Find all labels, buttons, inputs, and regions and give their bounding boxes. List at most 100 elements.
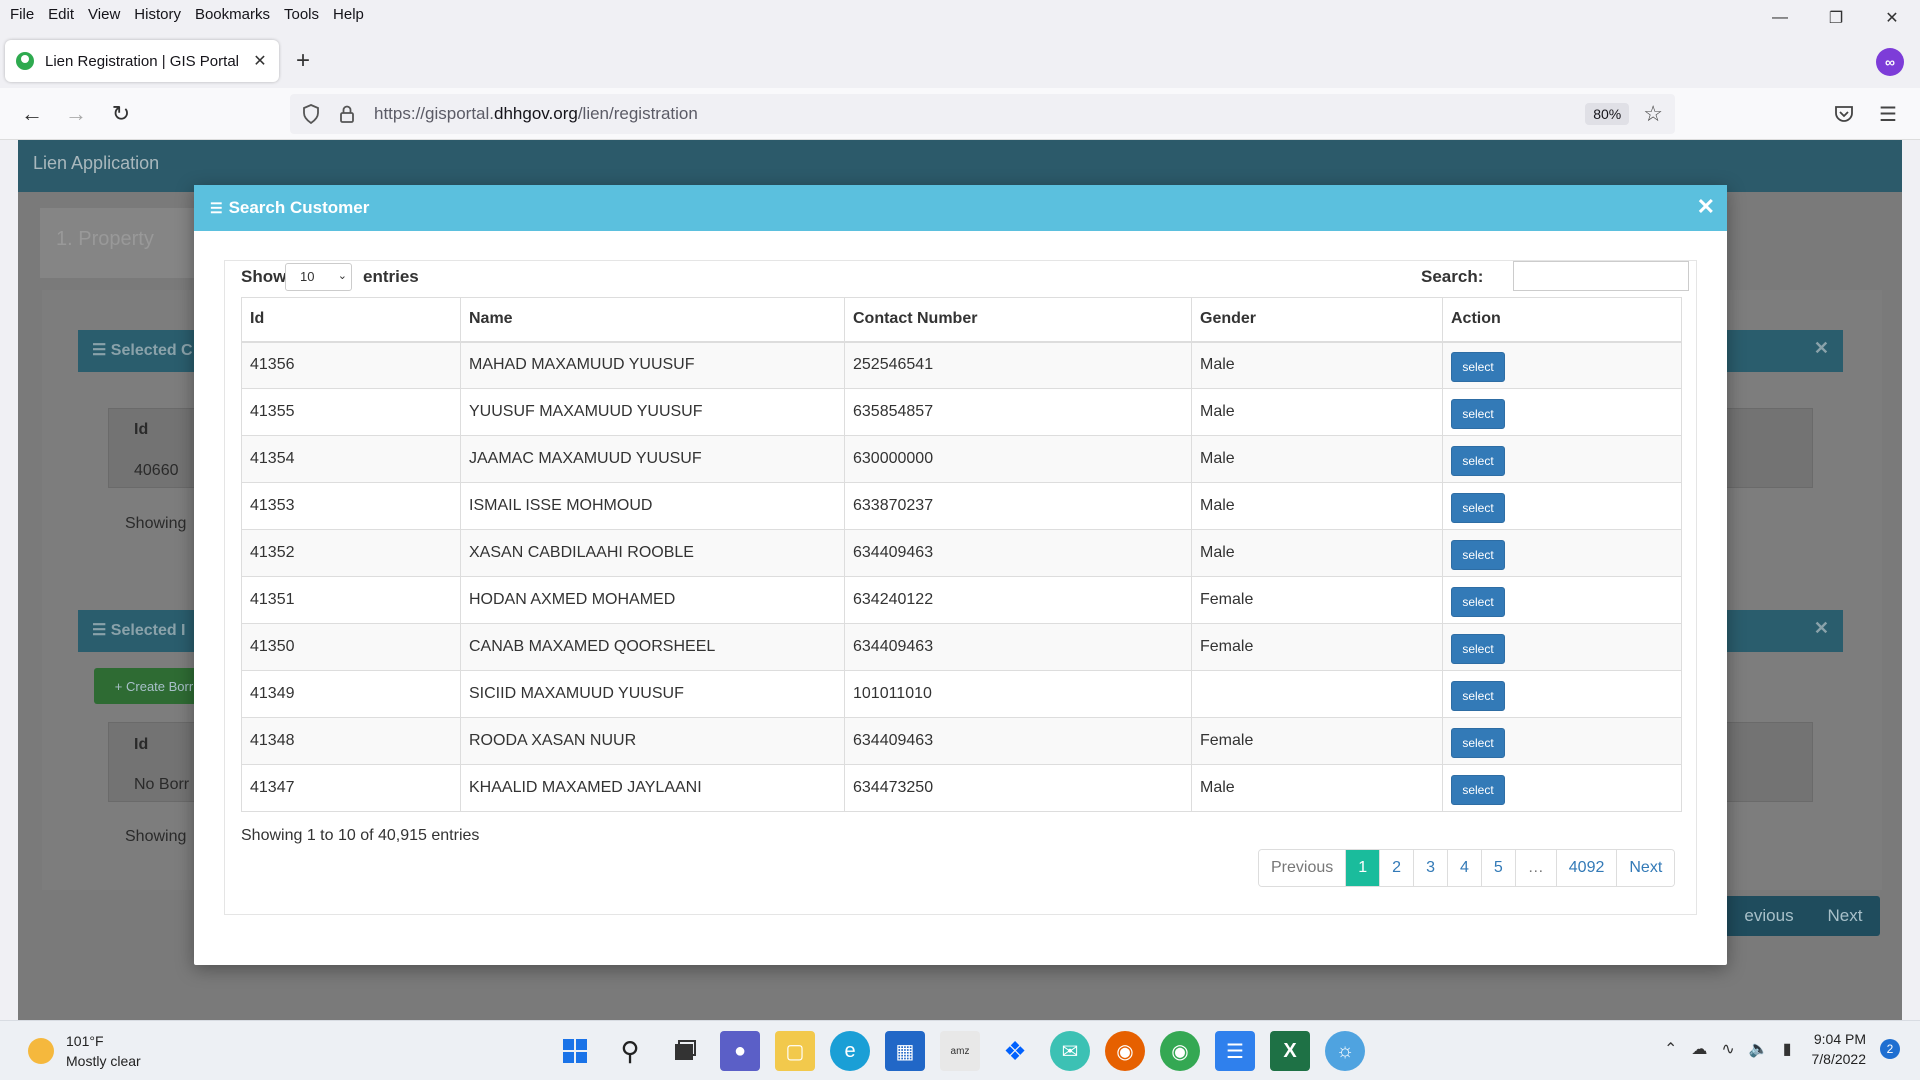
panel-close-icon[interactable]: ✕: [1814, 338, 1829, 359]
menu-history[interactable]: History: [134, 6, 181, 23]
excel-icon[interactable]: X: [1270, 1031, 1310, 1071]
column-header-id[interactable]: Id: [241, 297, 461, 343]
modal-title: Search Customer: [228, 198, 370, 217]
menu-file[interactable]: File: [10, 6, 34, 23]
pagination-page-1[interactable]: 1: [1345, 850, 1380, 886]
previous-step-button[interactable]: evious: [1718, 896, 1820, 936]
panel2-id-header: Id: [134, 736, 149, 753]
shield-icon[interactable]: [296, 104, 326, 124]
minimize-icon[interactable]: —: [1752, 0, 1808, 36]
pagination-page-last[interactable]: 4092: [1555, 850, 1617, 886]
column-header-contact[interactable]: Contact Number: [844, 297, 1192, 343]
store-icon[interactable]: ▦: [885, 1031, 925, 1071]
reload-icon[interactable]: ↻: [107, 100, 135, 128]
column-header-name[interactable]: Name: [460, 297, 845, 343]
select-button[interactable]: select: [1451, 539, 1505, 570]
pocket-icon[interactable]: [1830, 102, 1858, 126]
task-view-icon[interactable]: [665, 1031, 705, 1071]
tab-close-icon[interactable]: ✕: [251, 51, 269, 71]
notification-badge[interactable]: 2: [1880, 1039, 1900, 1059]
firefox-icon[interactable]: ◉: [1105, 1031, 1145, 1071]
browser-tab[interactable]: Lien Registration | GIS Portal ✕: [5, 40, 279, 82]
chrome-icon[interactable]: ◉: [1160, 1031, 1200, 1071]
dropbox-icon[interactable]: ❖: [995, 1031, 1035, 1071]
close-window-icon[interactable]: ✕: [1864, 0, 1920, 36]
extension-icon[interactable]: ∞: [1876, 48, 1904, 76]
panel1-id-value: 40660: [134, 462, 179, 479]
chat-icon[interactable]: ●: [720, 1031, 760, 1071]
table-row: 41347 KHAALID MAXAMED JAYLAANI 634473250…: [241, 764, 1682, 812]
url-bar[interactable]: https://gisportal.dhhgov.org/lien/regist…: [290, 94, 1675, 134]
cell-contact: 634473250: [844, 764, 1192, 812]
column-header-action[interactable]: Action: [1442, 297, 1682, 343]
cloud-icon[interactable]: ☁: [1691, 1039, 1707, 1059]
datatable-info: Showing 1 to 10 of 40,915 entries: [241, 827, 480, 844]
select-button[interactable]: select: [1451, 774, 1505, 805]
volume-icon[interactable]: 🔈: [1749, 1039, 1769, 1059]
wifi-icon[interactable]: ∿: [1721, 1039, 1734, 1059]
modal-close-icon[interactable]: ✕: [1697, 194, 1715, 220]
panel-close-icon[interactable]: ✕: [1814, 618, 1829, 639]
back-icon[interactable]: ←: [18, 100, 46, 128]
new-tab-icon[interactable]: +: [296, 48, 310, 74]
search-input[interactable]: [1513, 261, 1689, 291]
select-button[interactable]: select: [1451, 398, 1505, 429]
menu-view[interactable]: View: [88, 6, 120, 23]
url-text[interactable]: https://gisportal.dhhgov.org/lien/regist…: [374, 104, 1585, 124]
select-button[interactable]: select: [1451, 351, 1505, 382]
pagination-page-2[interactable]: 2: [1379, 850, 1414, 886]
cell-contact: 634409463: [844, 529, 1192, 577]
page-size-select[interactable]: 10 ⌄: [285, 263, 352, 291]
select-button[interactable]: select: [1451, 633, 1505, 664]
edge-browser-icon[interactable]: e: [830, 1031, 870, 1071]
pagination-next[interactable]: Next: [1616, 850, 1675, 886]
pagination-page-5[interactable]: 5: [1480, 850, 1515, 886]
cell-contact: 252546541: [844, 341, 1192, 389]
messenger-icon[interactable]: ✉: [1050, 1031, 1090, 1071]
search-label: Search:: [1421, 267, 1484, 286]
cell-name: CANAB MAXAMED QOORSHEEL: [460, 623, 845, 671]
pagination-page-3[interactable]: 3: [1413, 850, 1447, 886]
panel1-showing: Showing: [125, 515, 187, 532]
bookmark-star-icon[interactable]: ☆: [1643, 101, 1663, 127]
menu-bookmarks[interactable]: Bookmarks: [195, 6, 270, 23]
menu-tools[interactable]: Tools: [284, 6, 319, 23]
menu-help[interactable]: Help: [333, 6, 364, 23]
clock[interactable]: 9:04 PM 7/8/2022: [1812, 1029, 1867, 1069]
file-explorer-icon[interactable]: ▢: [775, 1031, 815, 1071]
panel-title: Selected I: [110, 622, 186, 639]
next-step-button[interactable]: Next: [1810, 896, 1880, 936]
pagination-ellipsis: …: [1514, 850, 1556, 886]
cell-id: 41350: [241, 623, 461, 671]
battery-icon[interactable]: ▮: [1783, 1039, 1792, 1059]
weather-widget[interactable]: 101°F Mostly clear: [28, 1031, 141, 1071]
select-button[interactable]: select: [1451, 727, 1505, 758]
restore-icon[interactable]: ❐: [1808, 0, 1864, 36]
select-button[interactable]: select: [1451, 492, 1505, 523]
search-icon[interactable]: ⚲: [610, 1031, 650, 1071]
menu-edit[interactable]: Edit: [48, 6, 74, 23]
globe-app-icon[interactable]: ☼: [1325, 1031, 1365, 1071]
forward-icon[interactable]: →: [62, 100, 90, 128]
notepad-icon[interactable]: ☰: [1215, 1031, 1255, 1071]
pagination-page-4[interactable]: 4: [1446, 850, 1481, 886]
table-row: 41351 HODAN AXMED MOHAMED 634240122 Fema…: [241, 576, 1682, 624]
pagination-previous[interactable]: Previous: [1259, 850, 1346, 886]
chevron-up-icon[interactable]: ⌃: [1664, 1039, 1677, 1059]
list-icon: ☰: [210, 199, 223, 216]
zoom-level[interactable]: 80%: [1585, 103, 1630, 125]
cell-gender: [1191, 670, 1443, 718]
cell-name: MAHAD MAXAMUUD YUUSUF: [460, 341, 845, 389]
start-windows-icon[interactable]: [555, 1031, 595, 1071]
select-button[interactable]: select: [1451, 586, 1505, 617]
select-button[interactable]: select: [1451, 445, 1505, 476]
cell-id: 41347: [241, 764, 461, 812]
cell-id: 41355: [241, 388, 461, 436]
cell-gender: Male: [1191, 764, 1443, 812]
app-menu-icon[interactable]: ☰: [1874, 102, 1902, 126]
column-header-gender[interactable]: Gender: [1191, 297, 1443, 343]
datatable-controls: Show 10 ⌄ entries Search:: [241, 261, 1689, 297]
select-button[interactable]: select: [1451, 680, 1505, 711]
lock-icon[interactable]: [332, 104, 362, 124]
amazon-icon[interactable]: amz: [940, 1031, 980, 1071]
